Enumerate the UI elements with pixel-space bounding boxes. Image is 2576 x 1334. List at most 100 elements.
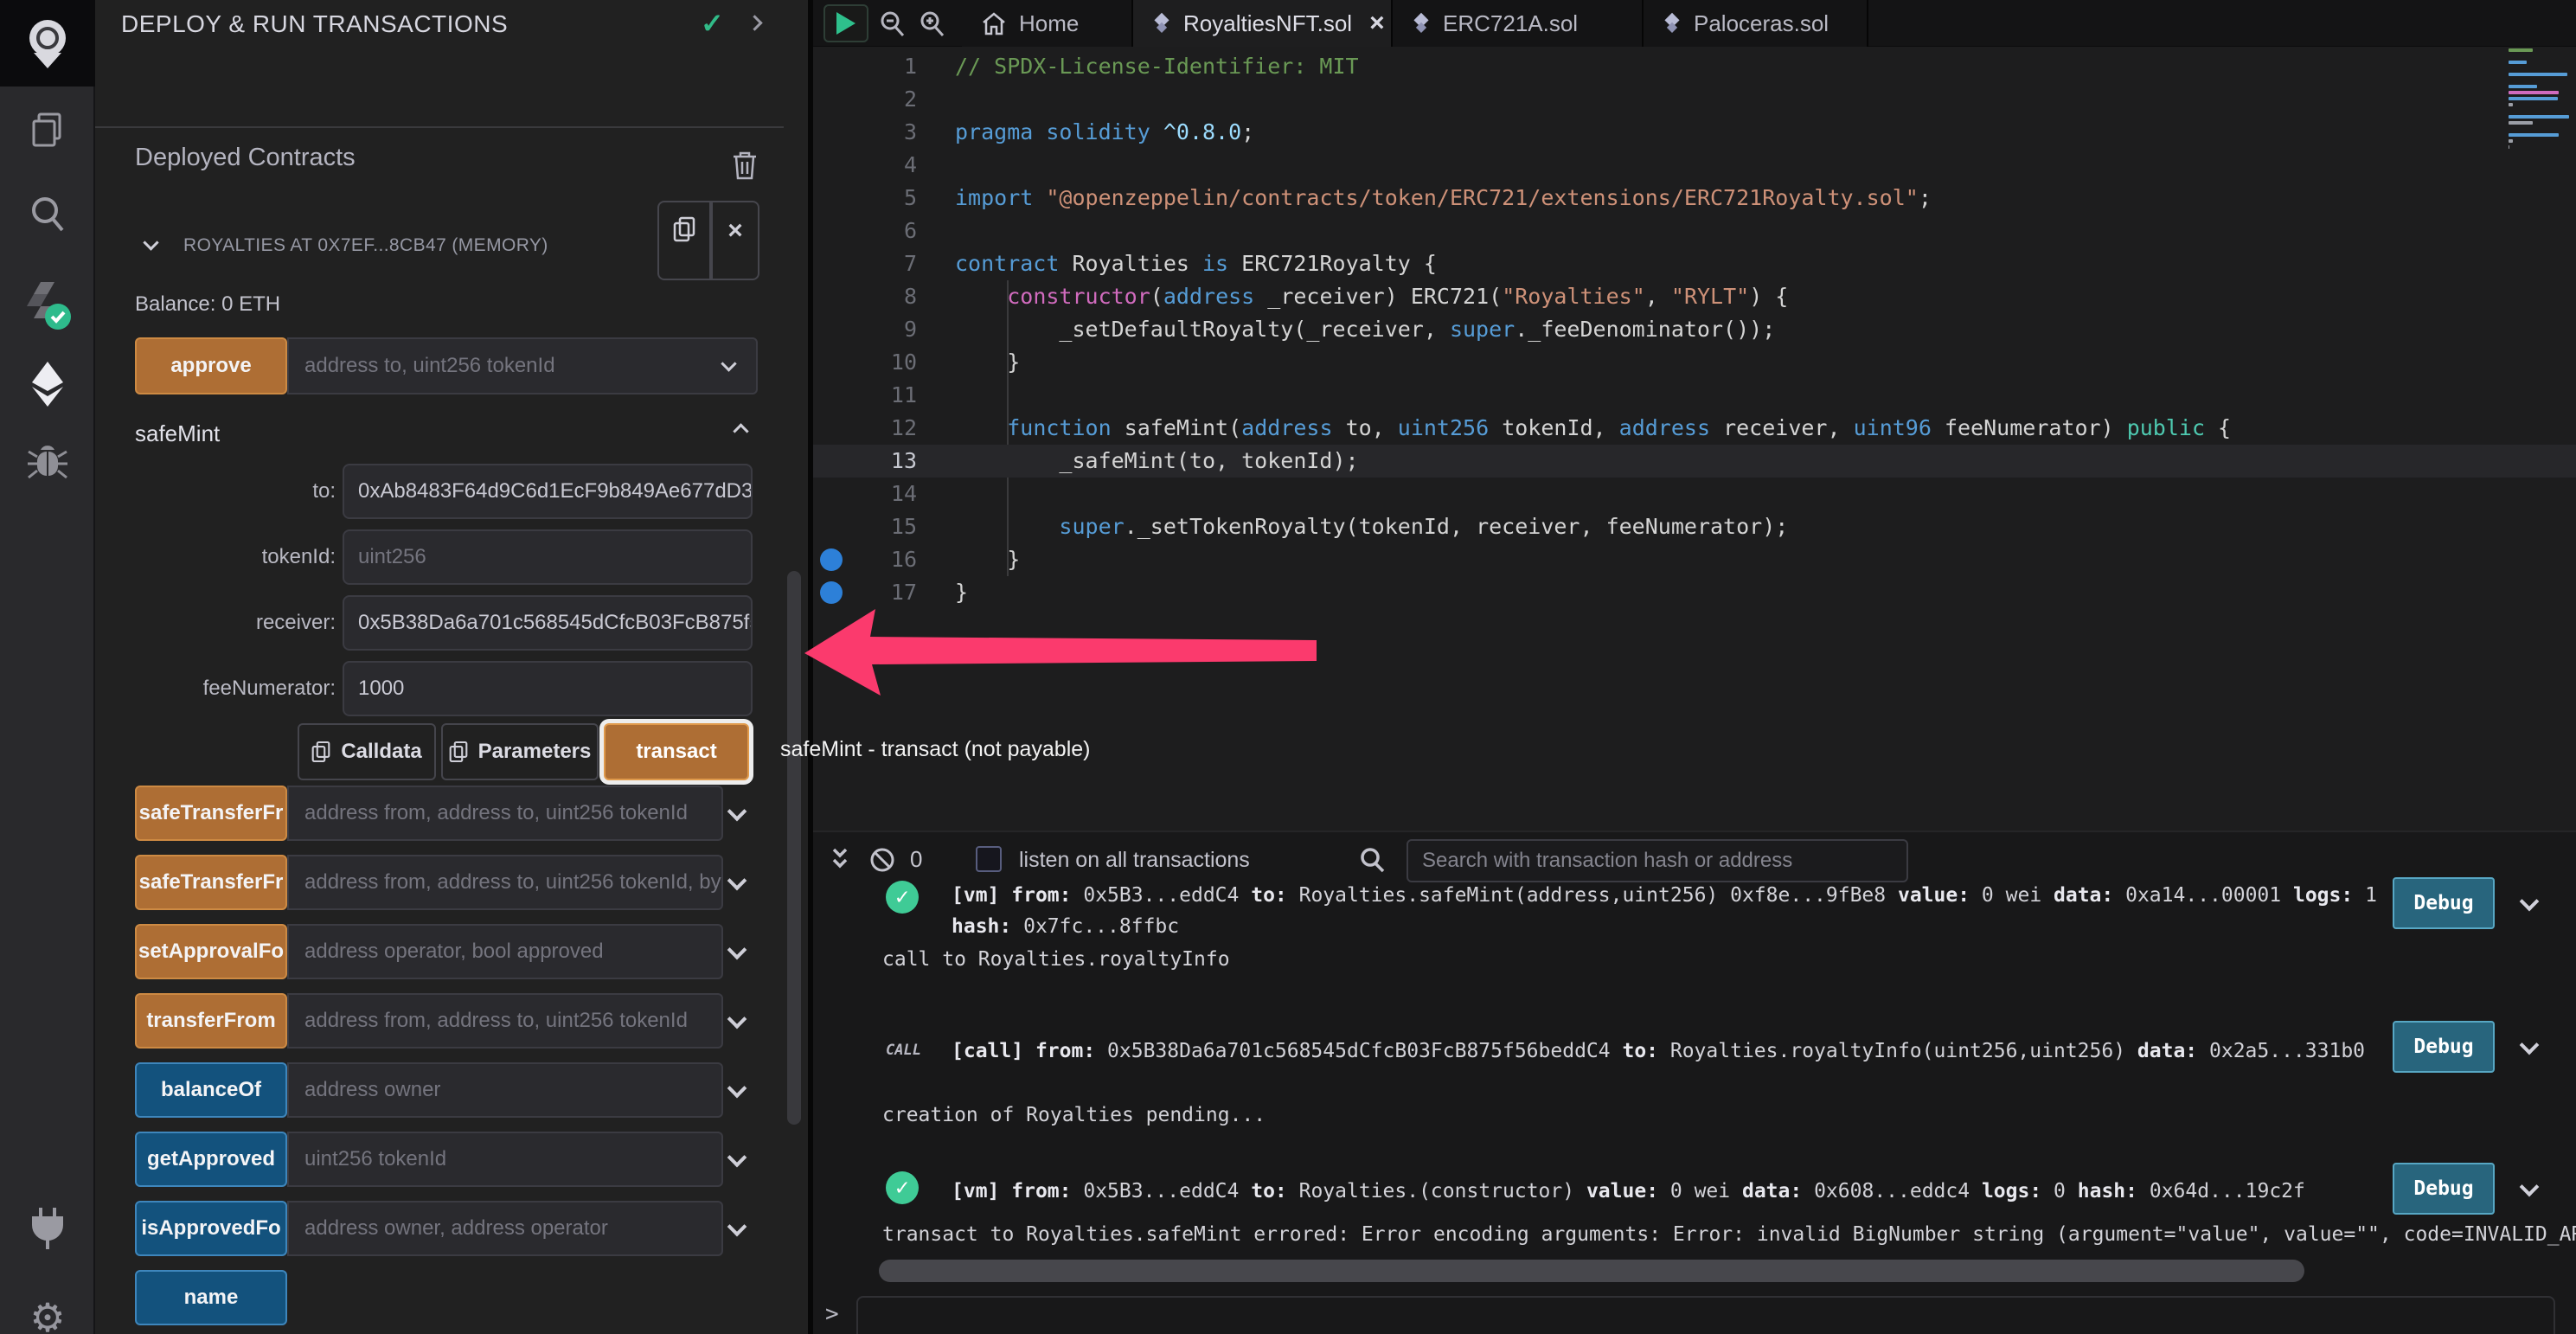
code-line-15[interactable]: 15 super._setTokenRoyalty(tokenId, recei… [813, 510, 2576, 543]
parameters-label: Parameters [477, 740, 592, 763]
function-row: getApproved uint256 tokenId [135, 1132, 758, 1187]
approve-args-input[interactable]: address to, uint256 tokenId [287, 337, 758, 394]
deploy-run-icon[interactable] [0, 360, 95, 408]
panel-collapse-icon[interactable] [747, 15, 763, 33]
contract-expand-icon[interactable] [143, 234, 159, 253]
code-line-10[interactable]: 10 } [813, 346, 2576, 379]
function-expand-icon[interactable] [727, 801, 747, 823]
clear-contracts-trash-icon[interactable] [732, 151, 758, 180]
remove-contract-button[interactable]: × [711, 201, 759, 280]
function-expand-icon[interactable] [727, 1216, 747, 1238]
function-expand-icon[interactable] [727, 940, 747, 961]
code-line-6[interactable]: 6 [813, 215, 2576, 247]
code-line-3[interactable]: 3 pragma solidity ^0.8.0; [813, 116, 2576, 149]
code-line-1[interactable]: 1 // SPDX-License-Identifier: MIT [813, 50, 2576, 83]
tab-royaltiesnft-sol[interactable]: RoyaltiesNFT.sol × [1133, 0, 1393, 47]
terminal-expand-icon[interactable] [827, 844, 853, 874]
minimap-line [2509, 73, 2567, 76]
function-expand-icon[interactable] [727, 1009, 747, 1030]
run-script-button[interactable] [823, 4, 868, 42]
function-args-input[interactable]: address from, address to, uint256 tokenI… [287, 855, 723, 910]
function-args-input[interactable]: address from, address to, uint256 tokenI… [287, 786, 723, 841]
deployed-contracts-heading: Deployed Contracts [135, 144, 356, 171]
zoom-in-icon[interactable] [919, 10, 946, 38]
field-input[interactable]: 0x5B38Da6a701c568545dCfcB03FcB875f56bedd… [343, 595, 753, 651]
debug-button[interactable]: Debug [2393, 1163, 2495, 1215]
code-line-12[interactable]: 12 function safeMint(address to, uint256… [813, 412, 2576, 445]
terminal-hscrollbar[interactable] [879, 1260, 2304, 1282]
debug-button[interactable]: Debug [2393, 1021, 2495, 1073]
function-button-name[interactable]: name [135, 1270, 287, 1325]
function-args-input[interactable]: address from, address to, uint256 tokenI… [287, 993, 723, 1049]
function-expand-icon[interactable] [727, 1147, 747, 1169]
function-expand-icon[interactable] [727, 1078, 747, 1100]
function-button-getapproved[interactable]: getApproved [135, 1132, 287, 1187]
search-icon[interactable] [0, 194, 95, 235]
safemint-title: safeMint [135, 420, 221, 446]
copy-address-button[interactable] [657, 201, 711, 280]
code-line-16[interactable]: 16 } [813, 543, 2576, 576]
tab-label: ERC721A.sol [1443, 10, 1579, 36]
safemint-collapse-icon[interactable] [733, 423, 749, 441]
tab-paloceras-sol[interactable]: Paloceras.sol [1644, 0, 1868, 47]
calldata-button[interactable]: Calldata [298, 723, 436, 780]
line-number: 16 [890, 547, 917, 572]
approve-button[interactable]: approve [135, 337, 287, 394]
field-input[interactable]: 0xAb8483F64d9C6d1EcF9b849Ae677dD3315835c… [343, 464, 753, 519]
transact-button[interactable]: transact [604, 723, 749, 780]
transaction-log-line[interactable]: [vm] from: 0x5B3...eddC4 to: Royalties.(… [952, 1180, 2305, 1203]
debugger-icon[interactable] [0, 439, 95, 483]
log-expand-icon[interactable] [2519, 1177, 2540, 1199]
breakpoint-dot[interactable] [820, 548, 843, 571]
code-line-2[interactable]: 2 [813, 83, 2576, 116]
field-label: tokenId: [261, 545, 336, 568]
minimap[interactable] [2509, 48, 2573, 151]
function-button-balanceof[interactable]: balanceOf [135, 1062, 287, 1118]
terminal-search-input[interactable] [1407, 839, 1908, 882]
settings-gear-icon[interactable]: ⚙ [0, 1294, 95, 1334]
solidity-compiler-icon[interactable] [0, 279, 95, 332]
minimap-line [2509, 139, 2513, 143]
field-input[interactable]: 1000 [343, 661, 753, 716]
log-expand-icon[interactable] [2519, 891, 2540, 914]
function-button-setapprovalfo[interactable]: setApprovalFo [135, 924, 287, 979]
file-explorer-icon[interactable] [0, 109, 95, 151]
function-args-input[interactable]: address owner, address operator [287, 1201, 723, 1256]
code-line-11[interactable]: 11 [813, 379, 2576, 412]
log-expand-icon[interactable] [2519, 1035, 2540, 1057]
function-button-safetransferfr[interactable]: safeTransferFr [135, 855, 287, 910]
tab-close-icon[interactable]: × [1369, 9, 1385, 38]
plugin-manager-icon[interactable] [0, 1206, 95, 1251]
call-badge: CALL [886, 1042, 921, 1059]
listen-checkbox[interactable] [976, 846, 1002, 872]
function-args-input[interactable]: address operator, bool approved [287, 924, 723, 979]
clear-console-icon[interactable] [868, 846, 896, 874]
transaction-log-line[interactable]: [vm] from: 0x5B3...eddC4 to: Royalties.s… [952, 884, 2377, 907]
approve-expand-icon[interactable] [721, 356, 737, 374]
debug-button[interactable]: Debug [2393, 877, 2495, 929]
code-line-13[interactable]: 13 _safeMint(to, tokenId); [813, 445, 2576, 478]
function-args-input[interactable]: address owner [287, 1062, 723, 1118]
tab-erc721a-sol[interactable]: ERC721A.sol [1393, 0, 1644, 47]
field-input[interactable]: uint256 [343, 529, 753, 585]
remix-logo-icon[interactable] [0, 0, 95, 87]
code-line-7[interactable]: 7 contract Royalties is ERC721Royalty { [813, 247, 2576, 280]
tab-home[interactable]: Home [962, 0, 1133, 47]
function-button-safetransferfr[interactable]: safeTransferFr [135, 786, 287, 841]
code-line-9[interactable]: 9 _setDefaultRoyalty(_receiver, super._f… [813, 313, 2576, 346]
code-line-8[interactable]: 8 constructor(address _receiver) ERC721(… [813, 280, 2576, 313]
transaction-log-line[interactable]: [call] from: 0x5B38Da6a701c568545dCfcB03… [952, 1040, 2365, 1062]
terminal-input-box[interactable] [856, 1296, 2555, 1334]
function-args-input[interactable]: uint256 tokenId [287, 1132, 723, 1187]
parameters-button[interactable]: Parameters [441, 723, 599, 780]
solidity-icon [1152, 12, 1171, 35]
function-button-isapprovedfo[interactable]: isApprovedFo [135, 1201, 287, 1256]
code-line-5[interactable]: 5 import "@openzeppelin/contracts/token/E… [813, 182, 2576, 215]
play-icon [836, 12, 855, 35]
function-button-transferfrom[interactable]: transferFrom [135, 993, 287, 1049]
function-expand-icon[interactable] [727, 870, 747, 892]
code-line-4[interactable]: 4 [813, 149, 2576, 182]
code-line-14[interactable]: 14 [813, 478, 2576, 510]
zoom-out-icon[interactable] [879, 10, 907, 38]
transaction-log-line[interactable]: hash: 0x7fc...8ffbc [952, 915, 1179, 938]
